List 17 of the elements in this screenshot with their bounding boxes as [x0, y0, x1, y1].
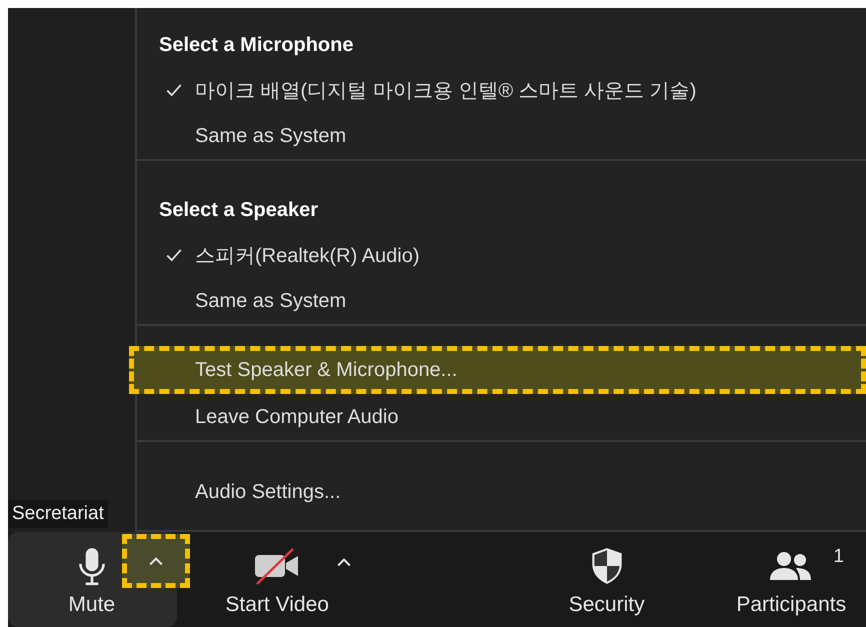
- caret-button[interactable]: [122, 534, 190, 588]
- name-tag: Secretariat: [8, 500, 108, 528]
- caret-icon: [149, 556, 163, 566]
- menu-item[interactable]: 마이크 배열(디지털 마이크용 인텔® 스마트 사운드 기술): [137, 67, 866, 113]
- section-title: Select a Speaker: [158, 198, 319, 223]
- menu-item[interactable]: Audio Settings...: [137, 469, 866, 515]
- menu-item[interactable]: Same as System: [137, 113, 866, 159]
- menu-item[interactable]: Leave Computer Audio: [137, 394, 866, 440]
- participant-count: 1: [833, 546, 844, 568]
- caret-icon: [337, 557, 352, 567]
- video-button[interactable]: Start Video: [225, 532, 329, 627]
- menu-item[interactable]: Same as System: [137, 278, 866, 324]
- security-button[interactable]: Security: [568, 532, 645, 627]
- mute-button[interactable]: Mute: [68, 532, 116, 627]
- menu-item[interactable]: 스피커(Realtek(R) Audio): [137, 232, 866, 278]
- section-title: Select a Microphone: [158, 33, 354, 58]
- menu-item[interactable]: Test Speaker & Microphone...: [129, 346, 866, 394]
